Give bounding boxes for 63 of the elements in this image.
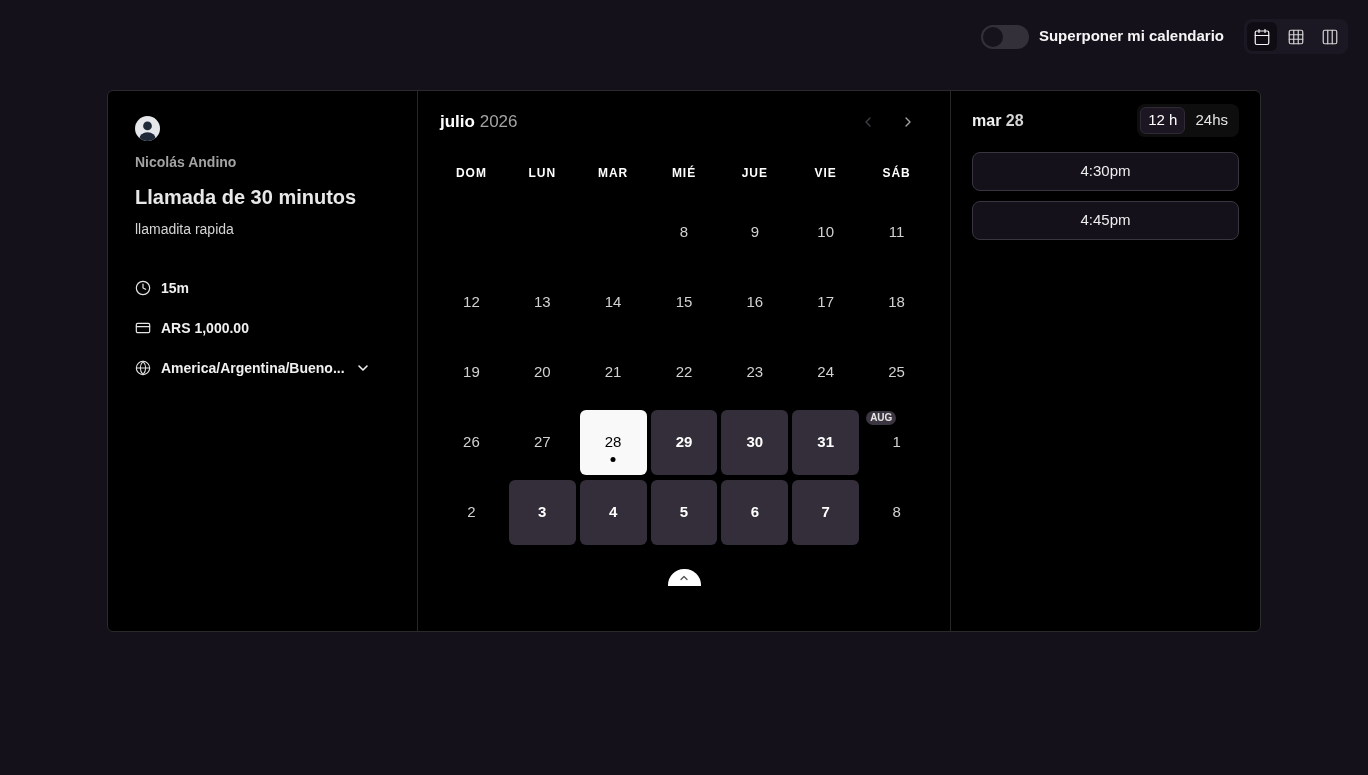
date-button[interactable]: 31 [792,410,860,475]
avatar-icon [135,116,160,141]
event-description: llamadita rapida [135,220,234,239]
day-number: 9 [750,222,759,243]
date-button[interactable]: 30 [721,410,789,475]
day-number: 8 [679,222,689,243]
day-number: 19 [463,362,480,383]
day-number: 17 [817,292,835,313]
date-button[interactable]: 7 [792,480,860,545]
weekday-header: MAR [598,165,629,182]
day-number: 18 [888,292,905,313]
day-number: 2 [467,502,476,523]
day-number: 20 [533,362,551,383]
day-number: 16 [746,292,764,313]
host-name: Nicolás Andino [135,153,237,172]
month-view-button[interactable] [1247,22,1277,51]
grid-icon [1287,27,1305,46]
weekday-header: JUE [741,165,768,182]
day-number: 27 [533,432,551,453]
day-number: 12 [463,292,480,313]
day-number: 25 [888,362,905,383]
day-number: 13 [533,292,551,313]
day-number: 26 [463,432,480,453]
calendar-icon [1253,27,1271,46]
credit-card-icon [135,320,151,336]
event-title: Llamada de 30 minutos [135,185,357,210]
day-number: 14 [604,292,622,313]
time-slot-button[interactable]: 4:45pm [972,201,1239,240]
day-number: 8 [892,502,901,523]
month-badge: AUG [866,411,897,425]
month-title: julio 2026 [440,111,518,134]
day-number: 23 [746,362,764,383]
weekday-header: DOM [455,165,487,182]
time-format-tab[interactable]: 24hs [1187,107,1236,134]
day-number: 11 [888,222,905,243]
selected-date-title: mar 28 [972,110,1024,131]
day-number: 22 [675,362,693,383]
toggle-label: Superponer mi calendario [1038,26,1224,47]
price-text: ARS 1,000.00 [161,318,249,338]
weekday-header: VIE [814,165,837,182]
date-button[interactable]: 3 [508,480,576,545]
date-button[interactable]: 4 [579,480,647,545]
timezone-select[interactable]: America/Argentina/Bueno... [135,356,371,380]
day-number: 21 [604,362,622,383]
date-button[interactable]: 6 [721,480,789,545]
columns-icon [1321,27,1339,46]
date-button[interactable]: 29 [650,410,718,475]
date-button[interactable]: 5 [650,480,718,545]
time-slot-button[interactable]: 4:30pm [972,152,1239,191]
weekday-header: MIÉ [671,164,697,182]
day-number: 1 [892,432,901,453]
weekday-header: SÁB [882,164,911,182]
duration-text: 15m [161,278,190,298]
selected-date-button[interactable]: 28 [579,410,647,475]
globe-icon [135,360,151,376]
weekday-header: LUN [528,165,557,182]
clock-icon [135,280,151,296]
toggle-switch[interactable] [980,24,1029,49]
day-number: 10 [817,222,835,243]
collapse-button[interactable] [667,569,701,586]
day-number: 15 [675,292,693,313]
time-format-tab[interactable]: 12 h [1140,107,1186,134]
day-number: 24 [817,362,835,383]
